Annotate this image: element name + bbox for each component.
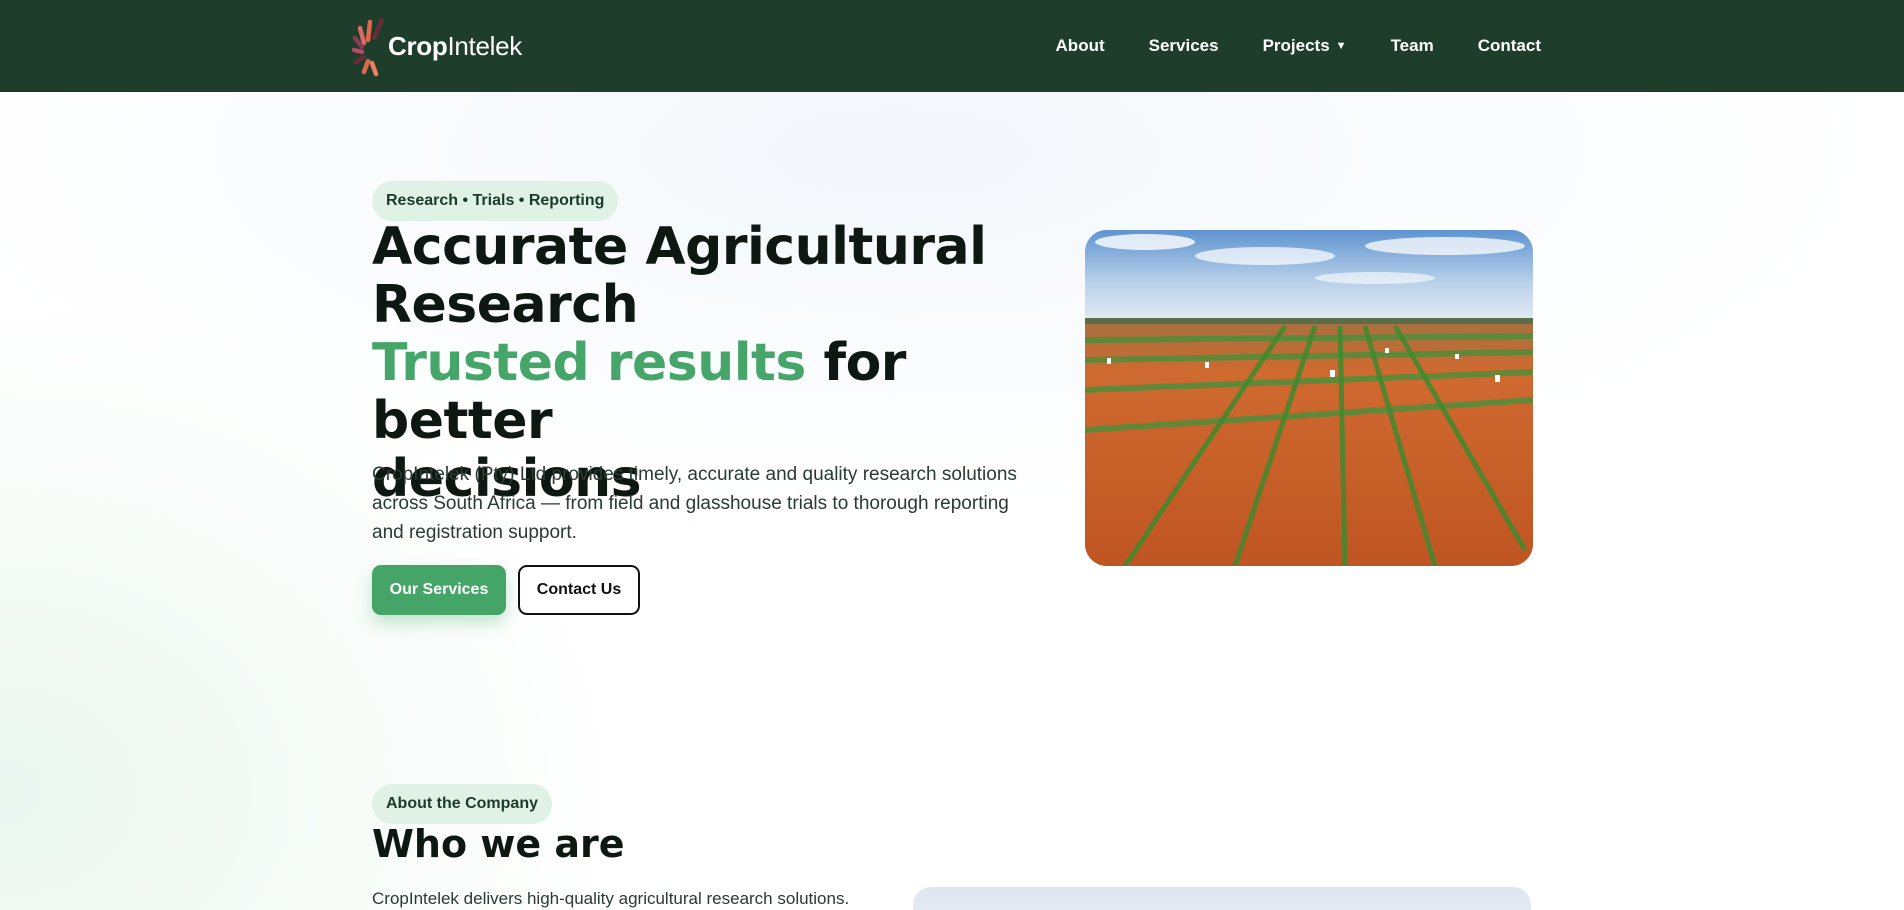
nav-team[interactable]: Team xyxy=(1391,36,1434,56)
logo-text: Crop Intelek xyxy=(388,31,522,62)
hero-title-line1: Accurate Agricultural xyxy=(372,217,987,277)
about-section-badge: About the Company xyxy=(372,784,552,824)
nav-about[interactable]: About xyxy=(1056,36,1105,56)
logo[interactable]: Crop Intelek xyxy=(351,14,522,78)
hero-title-highlight: Trusted results xyxy=(372,333,806,393)
logo-text-regular: Intelek xyxy=(447,30,522,61)
nav-services-label: Services xyxy=(1148,36,1219,55)
nav-about-label: About xyxy=(1055,36,1105,55)
hero-field-image xyxy=(1085,230,1533,566)
nav-projects-label: Projects xyxy=(1262,36,1330,55)
main-nav: About Services Projects ▼ Team Contact xyxy=(1056,0,1541,92)
contact-us-button[interactable]: Contact Us xyxy=(518,565,640,615)
about-image xyxy=(913,887,1531,910)
our-services-button[interactable]: Our Services xyxy=(372,565,506,615)
caret-down-icon: ▼ xyxy=(1335,40,1347,52)
nav-contact-label: Contact xyxy=(1477,36,1541,55)
about-title: Who we are xyxy=(372,822,625,866)
logo-text-bold: Crop xyxy=(388,30,448,61)
logo-mark-icon xyxy=(351,14,388,78)
hero-tagline-badge: Research • Trials • Reporting xyxy=(372,181,619,221)
nav-projects[interactable]: Projects ▼ xyxy=(1263,36,1347,56)
nav-services[interactable]: Services xyxy=(1149,36,1219,56)
nav-contact[interactable]: Contact xyxy=(1478,36,1541,56)
site-header: Crop Intelek About Services Projects ▼ Tea… xyxy=(0,0,1904,92)
nav-team-label: Team xyxy=(1390,36,1434,55)
hero-title-line2: Research xyxy=(372,275,639,335)
hero-description: CropIntelek (Pty) Ltd provides timely, a… xyxy=(372,464,1017,543)
about-description: CropIntelek delivers high-quality agricu… xyxy=(372,889,850,908)
